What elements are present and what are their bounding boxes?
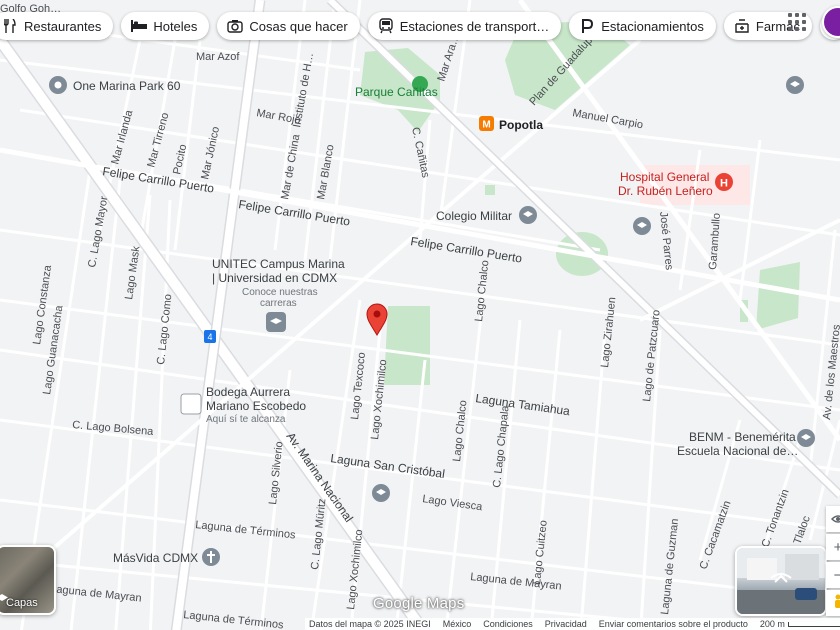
zoom-in-button[interactable]: + [826, 534, 840, 560]
chip-transit[interactable]: Estaciones de transport… [367, 12, 562, 40]
apps-grid-icon[interactable] [786, 11, 808, 33]
poi-label-1: Hospital General [620, 170, 709, 184]
pegman-icon [835, 594, 840, 608]
pegman-button[interactable] [826, 590, 840, 616]
poi-label: MásVida CDMX [113, 551, 198, 565]
feedback-link[interactable]: Enviar comentarios sobre el producto [599, 619, 748, 629]
poi-label-2: Mariano Escobedo [206, 399, 306, 413]
pharmacy-icon [734, 18, 750, 34]
street-view-image [737, 548, 825, 614]
poi-label: Parque Cañitas [355, 85, 438, 99]
street-view-preview[interactable] [735, 546, 827, 616]
svg-text:H: H [720, 178, 728, 190]
poi-colegio-militar[interactable]: Colegio Militar [436, 206, 537, 224]
scale-label: 200 m [759, 619, 785, 629]
store-icon [180, 393, 202, 415]
scale-bar[interactable]: 200 m [760, 619, 840, 629]
restaurant-icon [2, 18, 18, 34]
label-mar-azof: Mar Azof [196, 51, 240, 63]
camera-icon [227, 18, 244, 34]
poi-sub: Aquí sí te alcanza [206, 414, 286, 425]
chip-label: Restaurantes [24, 18, 102, 34]
map-canvas[interactable]: Mar Azof Mar Rojo Mar Irlanda Mar Tirren… [0, 0, 840, 630]
poi-label-2: | Universidad en CDMX [212, 271, 337, 285]
chip-parking[interactable]: Estacionamientos [569, 12, 716, 40]
poi-benm[interactable]: BENM - Benemérita Escuela Nacional de… [677, 429, 815, 458]
poi-label: Colegio Militar [436, 209, 512, 223]
eye-icon [831, 515, 840, 523]
route-shield-4-text: 4 [207, 332, 212, 342]
chip-label: Estaciones de transport… [399, 18, 550, 34]
layers-button[interactable]: Capas [0, 545, 56, 615]
poi-popotla[interactable]: M Popotla [479, 116, 543, 132]
bed-icon [131, 18, 148, 34]
parking-icon [579, 18, 595, 34]
layers-label: Capas [6, 597, 38, 609]
chip-hotels[interactable]: Hoteles [121, 12, 210, 40]
category-chips: Restaurantes Hoteles Cosas que hacer Estaci… [0, 12, 840, 40]
poi-label-2: Escuela Nacional de… [677, 444, 798, 458]
map-footer: Datos del mapa © 2025 INEGI México Condi… [305, 618, 840, 630]
poi-label-1: Bodega Aurrera [206, 385, 290, 399]
poi-school-east[interactable] [786, 76, 804, 94]
poi-label-1: BENM - Benemérita [689, 430, 796, 444]
google-maps-logo: Google Maps [373, 595, 465, 612]
poi-school-mid[interactable] [633, 217, 651, 235]
transit-icon [378, 18, 394, 34]
map-data-attribution: Datos del mapa © 2025 INEGI [309, 619, 431, 629]
street-view-toggle[interactable] [826, 506, 840, 532]
poi-label-2: Dr. Rubén Leñero [618, 184, 713, 198]
chip-label: Cosas que hacer [249, 18, 348, 34]
country-link[interactable]: México [443, 619, 472, 629]
park-small-1 [485, 185, 495, 195]
poi-label: One Marina Park 60 [73, 79, 181, 93]
poi-sub-2: carreras [260, 298, 297, 309]
chip-restaurants[interactable]: Restaurantes [0, 12, 114, 40]
zoom-out-button[interactable]: − [826, 562, 840, 588]
poi-label: Popotla [499, 118, 543, 132]
poi-label-1: UNITEC Campus Marina [212, 257, 345, 271]
map-controls: + − [826, 506, 840, 618]
terms-link[interactable]: Condiciones [483, 619, 533, 629]
svg-text:M: M [482, 120, 490, 131]
plus-icon: + [833, 538, 840, 556]
chip-label: Hoteles [153, 18, 198, 34]
poi-sub-1: Conoce nuestras [242, 287, 318, 298]
chip-things-to-do[interactable]: Cosas que hacer [217, 12, 360, 40]
poi-school-south[interactable] [372, 484, 390, 502]
privacy-link[interactable]: Privacidad [545, 619, 587, 629]
chip-label: Estacionamientos [601, 18, 704, 34]
minus-icon: − [833, 566, 840, 584]
